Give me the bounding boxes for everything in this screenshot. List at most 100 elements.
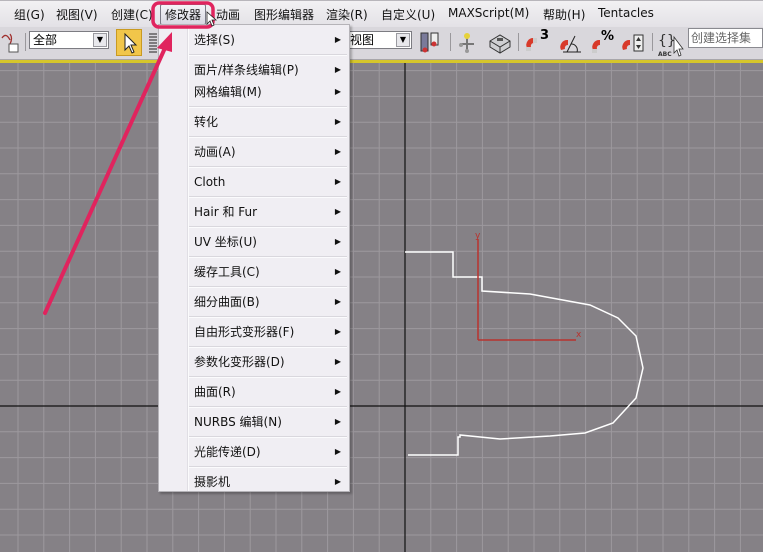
gizmo-x-label: x bbox=[576, 330, 582, 340]
menu-item[interactable]: 细分曲面(B) ▶ bbox=[189, 291, 347, 313]
menu-item-label: 动画(A) bbox=[194, 145, 236, 159]
select-object-icon bbox=[124, 32, 138, 54]
spinner-snap-icon[interactable] bbox=[619, 30, 647, 56]
submenu-arrow-icon: ▶ bbox=[334, 207, 341, 216]
keyboard-shortcut-icon[interactable] bbox=[487, 31, 513, 55]
submenu-arrow-icon: ▶ bbox=[334, 35, 341, 44]
menu-item[interactable]: 光能传递(D) ▶ bbox=[189, 441, 347, 463]
menu-item[interactable]: 动画(A) ▶ bbox=[189, 141, 347, 163]
menu-item[interactable]: 网格编辑(M) ▶ bbox=[189, 81, 347, 103]
edit-named-selection-icon[interactable]: {} ABC bbox=[656, 30, 686, 58]
submenu-arrow-icon: ▶ bbox=[334, 177, 341, 186]
menu-separator bbox=[189, 436, 347, 438]
menu-item-label: 光能传递(D) bbox=[194, 445, 261, 459]
selection-filter-value: 全部 bbox=[33, 33, 58, 47]
menu-separator bbox=[189, 166, 347, 168]
menu-item-label: NURBS 编辑(N) bbox=[194, 415, 282, 429]
menu-group[interactable]: 组(G) bbox=[14, 6, 45, 23]
menu-item-label: Cloth bbox=[194, 175, 226, 189]
submenu-arrow-icon: ▶ bbox=[334, 387, 341, 396]
menu-customize[interactable]: 自定义(U) bbox=[381, 6, 435, 23]
submenu-arrow-icon: ▶ bbox=[334, 327, 341, 336]
menu-separator bbox=[189, 226, 347, 228]
percent-snap-icon[interactable]: % bbox=[589, 29, 617, 56]
menu-bar: 组(G) 视图(V) 创建(C) 修改器 动画 图形编辑器 渲染(R) 自定义(… bbox=[0, 0, 763, 27]
menu-separator bbox=[189, 376, 347, 378]
menu-item[interactable]: Cloth ▶ bbox=[189, 171, 347, 193]
menu-item-label: 自由形式变形器(F) bbox=[194, 325, 295, 339]
menu-item[interactable]: 转化 ▶ bbox=[189, 111, 347, 133]
gizmo-y-label: y bbox=[475, 231, 481, 241]
menu-item-label: 转化 bbox=[194, 115, 219, 129]
menu-separator bbox=[189, 316, 347, 318]
menu-create[interactable]: 创建(C) bbox=[111, 6, 153, 23]
submenu-arrow-icon: ▶ bbox=[334, 65, 341, 74]
menu-graph-editors[interactable]: 图形编辑器 bbox=[254, 6, 314, 23]
menu-help[interactable]: 帮助(H) bbox=[543, 6, 585, 23]
chevron-down-icon: ▼ bbox=[396, 33, 410, 47]
menu-item-label: 网格编辑(M) bbox=[194, 85, 262, 99]
menu-item[interactable]: UV 坐标(U) ▶ bbox=[189, 231, 347, 253]
menu-animation[interactable]: 动画 bbox=[216, 6, 240, 23]
submenu-arrow-icon: ▶ bbox=[334, 237, 341, 246]
select-by-name-icon[interactable] bbox=[149, 33, 157, 53]
percent-label: % bbox=[601, 29, 615, 44]
spline-shape bbox=[405, 251, 644, 456]
link-icon[interactable] bbox=[0, 30, 22, 54]
menu-separator bbox=[189, 286, 347, 288]
submenu-arrow-icon: ▶ bbox=[334, 477, 341, 486]
viewport-top[interactable]: y x bbox=[0, 63, 763, 552]
menu-separator bbox=[189, 346, 347, 348]
svg-text:{}: {} bbox=[658, 33, 676, 49]
menu-modifiers[interactable]: 修改器 bbox=[160, 4, 207, 25]
reference-coordinate-value: 视图 bbox=[350, 33, 375, 47]
select-object-button[interactable] bbox=[116, 29, 142, 56]
menu-item[interactable]: 自由形式变形器(F) ▶ bbox=[189, 321, 347, 343]
menu-item[interactable]: 摄影机 ▶ bbox=[189, 471, 347, 493]
main-toolbar: 全部 ▼ 视图 ▼ 3 % {} ABC 创建选择集 bbox=[0, 27, 763, 60]
svg-text:ABC: ABC bbox=[658, 51, 672, 58]
menu-item[interactable]: 缓存工具(C) ▶ bbox=[189, 261, 347, 283]
snap-3d-icon[interactable]: 3 bbox=[523, 28, 553, 56]
submenu-arrow-icon: ▶ bbox=[334, 147, 341, 156]
menu-item-label: 面片/样条线编辑(P) bbox=[194, 63, 299, 77]
submenu-arrow-icon: ▶ bbox=[334, 117, 341, 126]
menu-item-label: 曲面(R) bbox=[194, 385, 236, 399]
submenu-arrow-icon: ▶ bbox=[334, 297, 341, 306]
menu-item-label: Hair 和 Fur bbox=[194, 205, 258, 219]
menu-separator bbox=[189, 106, 347, 108]
reference-coordinate-dropdown[interactable]: 视图 ▼ bbox=[346, 31, 412, 49]
menu-item[interactable]: Hair 和 Fur ▶ bbox=[189, 201, 347, 223]
viewport-grid bbox=[0, 63, 763, 552]
menu-item-label: 参数化变形器(D) bbox=[194, 355, 285, 369]
submenu-arrow-icon: ▶ bbox=[334, 87, 341, 96]
menu-item[interactable]: 选择(S) ▶ bbox=[189, 29, 347, 51]
manipulate-icon[interactable] bbox=[456, 31, 478, 55]
viewport-canvas: y x bbox=[0, 63, 763, 552]
menu-separator bbox=[189, 196, 347, 198]
submenu-arrow-icon: ▶ bbox=[334, 417, 341, 426]
selection-filter-dropdown[interactable]: 全部 ▼ bbox=[29, 31, 109, 49]
menu-item[interactable]: 面片/样条线编辑(P) ▶ bbox=[189, 59, 347, 81]
menu-separator bbox=[189, 406, 347, 408]
snap-dimension-label: 3 bbox=[540, 28, 550, 43]
submenu-arrow-icon: ▶ bbox=[334, 357, 341, 366]
menu-separator bbox=[189, 136, 347, 138]
named-selection-input[interactable]: 创建选择集 bbox=[688, 28, 763, 48]
menu-views[interactable]: 视图(V) bbox=[56, 6, 98, 23]
menu-rendering[interactable]: 渲染(R) bbox=[326, 6, 368, 23]
menu-item[interactable]: 参数化变形器(D) ▶ bbox=[189, 351, 347, 373]
menu-item-label: 缓存工具(C) bbox=[194, 265, 260, 279]
menu-item[interactable]: NURBS 编辑(N) ▶ bbox=[189, 411, 347, 433]
use-pivot-icon[interactable] bbox=[419, 31, 443, 55]
menu-item-label: 摄影机 bbox=[194, 475, 231, 489]
menu-tentacles[interactable]: Tentacles bbox=[598, 6, 654, 20]
submenu-arrow-icon: ▶ bbox=[334, 447, 341, 456]
angle-snap-icon[interactable] bbox=[557, 30, 585, 56]
pivot-gizmo: y x bbox=[475, 231, 582, 341]
menu-separator bbox=[189, 466, 347, 468]
menu-maxscript[interactable]: MAXScript(M) bbox=[448, 6, 529, 20]
menu-item[interactable]: 曲面(R) ▶ bbox=[189, 381, 347, 403]
menu-item-label: 细分曲面(B) bbox=[194, 295, 260, 309]
menu-separator bbox=[189, 54, 347, 56]
